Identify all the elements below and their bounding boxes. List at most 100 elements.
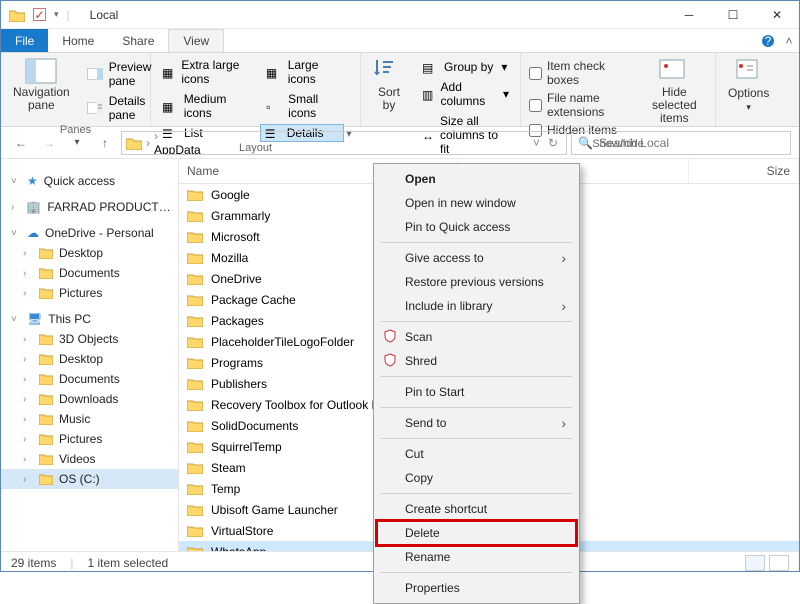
tab-home[interactable]: Home [48, 29, 108, 52]
checkbox-file-extensions[interactable]: File name extensions [527, 90, 634, 120]
view-details-button[interactable] [745, 555, 765, 571]
tab-file[interactable]: File [1, 29, 48, 52]
nav-item[interactable]: ›Desktop [1, 243, 178, 263]
folder-icon [187, 525, 203, 537]
nav-item[interactable]: ›3D Objects [1, 329, 178, 349]
nav-farrad[interactable]: ›🏢FARRAD PRODUCTION [1, 197, 178, 217]
folder-icon [39, 353, 53, 365]
close-button[interactable]: ✕ [755, 1, 799, 29]
ctx-restore[interactable]: Restore previous versions [377, 270, 576, 294]
building-icon: 🏢 [26, 200, 41, 214]
nav-item[interactable]: ›Pictures [1, 429, 178, 449]
menu-tabs: File Home Share View ? ˄ [1, 29, 799, 53]
qat-dropdown-icon[interactable]: ▾ [54, 9, 59, 20]
folder-icon [187, 420, 203, 432]
folder-icon [39, 393, 53, 405]
nav-item[interactable]: ›Pictures [1, 283, 178, 303]
navigation-pane-button[interactable]: Navigation pane [7, 56, 76, 114]
sort-by-button[interactable]: Sort by [367, 56, 411, 114]
ctx-open[interactable]: Open [377, 167, 576, 191]
shield-icon [383, 329, 399, 345]
help-icon[interactable]: ? [757, 29, 779, 52]
tab-view[interactable]: View [168, 29, 224, 52]
ctx-open-new-window[interactable]: Open in new window [377, 191, 576, 215]
ctx-cut[interactable]: Cut [377, 442, 576, 466]
xl-icons-icon: ▦ [162, 66, 175, 78]
ctx-send-to[interactable]: Send to [377, 411, 576, 435]
folder-icon [39, 453, 53, 465]
navigation-pane[interactable]: ˅★Quick access ›🏢FARRAD PRODUCTION ˅☁One… [1, 159, 179, 551]
group-by-icon: ▤ [422, 61, 438, 73]
qat-checkbox-icon[interactable]: ✓ [33, 8, 46, 21]
shield-icon [383, 353, 399, 369]
nav-item[interactable]: ›Music [1, 409, 178, 429]
folder-icon [39, 247, 53, 259]
details-pane-button[interactable]: Details pane [82, 92, 157, 124]
nav-item[interactable]: ›Downloads [1, 389, 178, 409]
folder-icon [187, 315, 203, 327]
address-dropdown-icon[interactable]: ˅ [533, 136, 540, 150]
folder-icon [39, 413, 53, 425]
group-by-button[interactable]: ▤Group by▾ [417, 58, 514, 76]
context-menu: Open Open in new window Pin to Quick acc… [373, 163, 580, 604]
large-icons-button[interactable]: ▦Large icons [261, 56, 354, 88]
folder-icon [187, 210, 203, 222]
ctx-copy[interactable]: Copy [377, 466, 576, 490]
status-item-count: 29 items [11, 556, 56, 570]
ctx-give-access[interactable]: Give access to [377, 246, 576, 270]
minimize-button[interactable]: ─ [667, 1, 711, 29]
ctx-pin-start[interactable]: Pin to Start [377, 380, 576, 404]
checkbox-item-check-boxes[interactable]: Item check boxes [527, 58, 634, 88]
add-columns-button[interactable]: ▥Add columns▾ [417, 78, 514, 110]
nav-quick-access[interactable]: ˅★Quick access [1, 171, 178, 191]
folder-icon [187, 231, 203, 243]
nav-item[interactable]: ›Documents [1, 369, 178, 389]
refresh-button[interactable]: ↻ [544, 136, 562, 150]
folder-icon [187, 483, 203, 495]
options-button[interactable]: Options▾ [722, 56, 775, 115]
breadcrumb[interactable]: › Users › Blessy S › AppData › Local › ˅… [121, 131, 567, 155]
forward-button[interactable]: → [37, 131, 61, 155]
medium-icons-button[interactable]: ▦Medium icons [157, 90, 261, 122]
ctx-create-shortcut[interactable]: Create shortcut [377, 497, 576, 521]
back-button[interactable]: ← [9, 131, 33, 155]
extra-large-icons-button[interactable]: ▦Extra large icons [157, 56, 261, 88]
nav-item[interactable]: ›Videos [1, 449, 178, 469]
folder-icon [187, 399, 203, 411]
tab-share[interactable]: Share [108, 29, 168, 52]
column-size[interactable]: Size [689, 159, 799, 183]
breadcrumb-segment[interactable]: AppData [154, 143, 201, 155]
nav-onedrive[interactable]: ˅☁OneDrive - Personal [1, 223, 178, 243]
view-thumbnails-button[interactable] [769, 555, 789, 571]
folder-icon [39, 267, 53, 279]
search-input[interactable]: 🔍 Search Local [571, 131, 791, 155]
hide-icon [658, 58, 690, 84]
ctx-delete[interactable]: Delete [377, 521, 576, 545]
history-dropdown[interactable]: ▾ [65, 131, 89, 155]
ctx-scan[interactable]: Scan [377, 325, 576, 349]
ctx-properties[interactable]: Properties [377, 576, 576, 600]
nav-item[interactable]: ›Documents [1, 263, 178, 283]
nav-item[interactable]: ›Desktop [1, 349, 178, 369]
cloud-icon: ☁ [27, 226, 39, 240]
nav-item[interactable]: ›OS (C:) [1, 469, 178, 489]
navigation-pane-icon [25, 58, 57, 84]
md-icons-icon: ▦ [162, 100, 178, 112]
maximize-button[interactable]: ☐ [711, 1, 755, 29]
ctx-include-library[interactable]: Include in library [377, 294, 576, 318]
nav-this-pc[interactable]: ˅🖥This PC [1, 309, 178, 329]
folder-icon [187, 189, 203, 201]
ctx-shred[interactable]: Shred [377, 349, 576, 373]
add-columns-icon: ▥ [422, 88, 435, 100]
sort-icon [373, 58, 405, 84]
folder-icon [9, 8, 25, 22]
small-icons-button[interactable]: ▫Small icons [261, 90, 354, 122]
up-button[interactable]: ↑ [93, 131, 117, 155]
ribbon: Navigation pane Preview pane Details pan… [1, 53, 799, 127]
hide-selected-button[interactable]: Hide selected items [640, 56, 709, 128]
ctx-pin-quick[interactable]: Pin to Quick access [377, 215, 576, 239]
ctx-rename[interactable]: Rename [377, 545, 576, 569]
ribbon-collapse-icon[interactable]: ˄ [779, 29, 799, 52]
folder-icon [187, 462, 203, 474]
preview-pane-button[interactable]: Preview pane [82, 58, 157, 90]
